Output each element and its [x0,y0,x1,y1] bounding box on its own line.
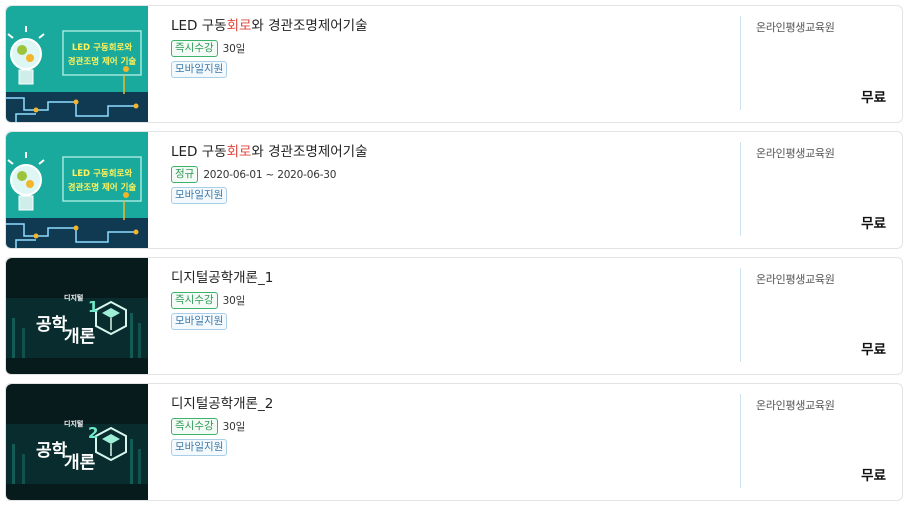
course-title[interactable]: 디지털공학개론_2 [171,394,731,414]
course-meta: 즉시수강 30일 [171,40,731,57]
thumbnail-number: 2 [88,424,98,442]
course-info: LED 구동회로와 경관조명제어기술 즉시수강 30일 모바일지원 [171,16,731,78]
enroll-type-badge: 정규 [171,166,199,183]
course-meta: 즉시수강 30일 [171,418,731,435]
enroll-type-badge: 즉시수강 [171,418,218,435]
course-card[interactable]: LED 구동회로와 경관조명 제어 기술 LED 구동회로와 경관조명제어기술 … [5,5,903,123]
course-card[interactable]: LED 구동회로와 경관조명 제어 기술 LED 구동회로와 경관조명제어기술 … [5,131,903,249]
study-period: 30일 [222,421,246,433]
study-period: 30일 [222,43,246,55]
course-title[interactable]: LED 구동회로와 경관조명제어기술 [171,142,731,162]
divider [740,142,741,236]
course-info: 디지털공학개론_2 즉시수강 30일 모바일지원 [171,394,731,456]
course-meta: 정규 2020-06-01 ~ 2020-06-30 [171,166,731,183]
study-period: 30일 [222,295,246,307]
course-card[interactable]: 디지털 1 공학 개론 디지털공학개론_1 즉시수강 30일 모바일지원 온라인… [5,257,903,375]
thumbnail-text: 디지털 [64,293,83,302]
study-period: 2020-06-01 ~ 2020-06-30 [203,168,337,181]
course-provider: 온라인평생교육원 [756,273,835,286]
divider [740,16,741,110]
title-highlight: 회로 [226,18,252,34]
course-provider: 온라인평생교육원 [756,147,835,160]
course-price: 무료 [861,216,886,232]
title-text: LED 구동 [171,144,227,160]
enroll-type-badge: 즉시수강 [171,40,218,57]
thumbnail-text: 경관조명 제어 기술 [68,182,137,193]
course-list: LED 구동회로와 경관조명 제어 기술 LED 구동회로와 경관조명제어기술 … [0,0,922,509]
title-highlight: 회로 [226,144,252,160]
thumbnail-text: LED 구동회로와 [72,42,133,53]
course-price: 무료 [861,90,886,106]
divider [740,268,741,362]
course-title[interactable]: 디지털공학개론_1 [171,268,731,288]
course-info: LED 구동회로와 경관조명제어기술 정규 2020-06-01 ~ 2020-… [171,142,731,204]
course-provider: 온라인평생교육원 [756,21,835,34]
thumbnail-text: 개론 [64,327,96,347]
title-text: LED 구동 [171,18,227,34]
course-provider: 온라인평생교육원 [756,399,835,412]
mobile-support-badge: 모바일지원 [171,61,228,78]
mobile-support-badge: 모바일지원 [171,439,228,456]
thumbnail-text: 공학 [36,441,68,461]
thumbnail-text: 개론 [64,453,96,473]
course-thumbnail[interactable]: 디지털 1 공학 개론 [6,258,148,374]
title-text: 와 경관조명제어기술 [251,144,368,160]
mobile-support-badge: 모바일지원 [171,313,228,330]
thumbnail-text: LED 구동회로와 [72,168,133,179]
thumbnail-text: 공학 [36,315,68,335]
course-card[interactable]: 디지털 2 공학 개론 디지털공학개론_2 즉시수강 30일 모바일지원 온라인… [5,383,903,501]
enroll-type-badge: 즉시수강 [171,292,218,309]
thumbnail-text: 경관조명 제어 기술 [68,56,137,67]
course-thumbnail[interactable]: LED 구동회로와 경관조명 제어 기술 [6,6,148,122]
course-price: 무료 [861,342,886,358]
course-thumbnail[interactable]: 디지털 2 공학 개론 [6,384,148,500]
mobile-support-badge: 모바일지원 [171,187,228,204]
course-meta: 즉시수강 30일 [171,292,731,309]
course-price: 무료 [861,468,886,484]
thumbnail-text: 디지털 [64,419,83,428]
course-info: 디지털공학개론_1 즉시수강 30일 모바일지원 [171,268,731,330]
title-text: 와 경관조명제어기술 [251,18,368,34]
course-title[interactable]: LED 구동회로와 경관조명제어기술 [171,16,731,36]
course-thumbnail[interactable]: LED 구동회로와 경관조명 제어 기술 [6,132,148,248]
thumbnail-number: 1 [88,298,98,316]
divider [740,394,741,488]
